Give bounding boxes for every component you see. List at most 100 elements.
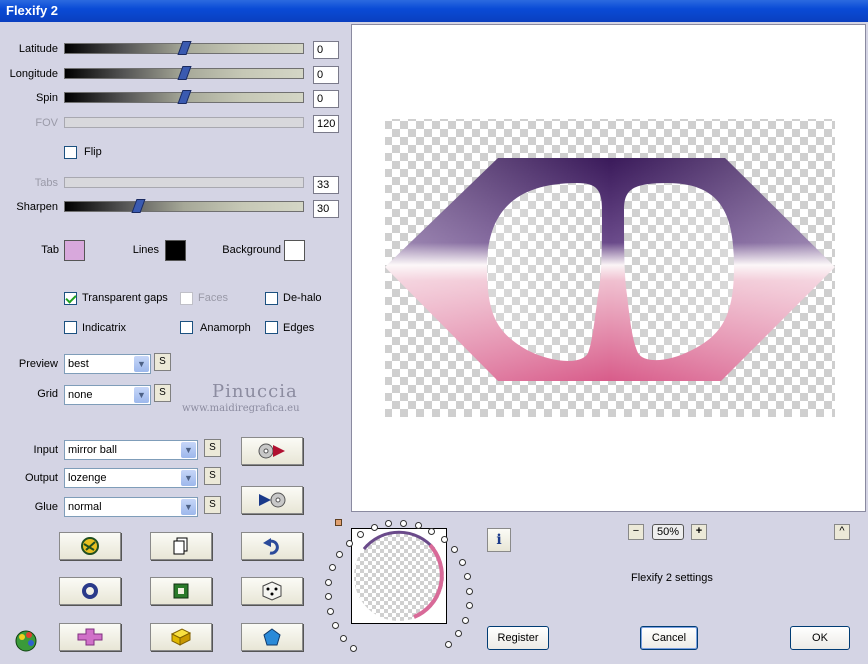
rotation-dial-dot[interactable] — [329, 564, 337, 572]
collapse-button[interactable]: ^ — [834, 524, 850, 540]
play-forward-button[interactable] — [241, 437, 303, 465]
lines-color-swatch[interactable] — [165, 240, 186, 261]
grid-select-value: none — [68, 389, 93, 401]
transparent-gaps-checkbox[interactable] — [64, 292, 77, 305]
rotation-dial-dot[interactable] — [350, 645, 358, 653]
glue-select[interactable]: normal ▼ — [64, 497, 198, 517]
rotation-dial-dot[interactable] — [324, 593, 332, 601]
reset-button[interactable] — [59, 577, 121, 605]
play-backward-button[interactable] — [241, 486, 303, 514]
input-s-button[interactable]: S — [204, 439, 221, 457]
rotation-dial-dot[interactable] — [464, 572, 472, 580]
rotation-dial-dot[interactable] — [345, 539, 353, 547]
grid-select[interactable]: none ▼ — [64, 385, 151, 405]
output-label: Output — [24, 472, 58, 484]
preview-s-button[interactable]: S — [154, 353, 171, 371]
preview-select[interactable]: best ▼ — [64, 354, 151, 374]
input-select-value: mirror ball — [68, 444, 117, 456]
settings-name: Flexify 2 settings — [631, 572, 713, 584]
latitude-value[interactable]: 0 — [313, 41, 339, 59]
rotation-dial-dot[interactable] — [459, 558, 467, 566]
edges-checkbox[interactable] — [265, 321, 278, 334]
faces-label: Faces — [198, 292, 228, 304]
preview-select-value: best — [68, 358, 89, 370]
chevron-down-icon: ▼ — [181, 442, 196, 458]
sphere-thumbnail[interactable] — [351, 528, 447, 624]
flip-checkbox[interactable] — [64, 146, 77, 159]
indicatrix-label: Indicatrix — [82, 322, 127, 334]
copy-icon — [173, 537, 188, 555]
output-select[interactable]: lozenge ▼ — [64, 468, 198, 488]
faces-checkbox — [180, 292, 193, 305]
rotation-dial-dot[interactable] — [370, 523, 378, 531]
copy-button[interactable] — [150, 532, 212, 560]
fov-value[interactable]: 120 — [313, 115, 339, 133]
main-preview[interactable] — [351, 24, 866, 512]
chevron-down-icon: ▼ — [181, 470, 196, 486]
info-button[interactable]: i — [487, 528, 511, 552]
glue-label: Glue — [34, 501, 58, 513]
output-s-button[interactable]: S — [204, 467, 221, 485]
fov-slider — [64, 117, 304, 128]
input-select[interactable]: mirror ball ▼ — [64, 440, 198, 460]
zoom-level[interactable]: 50% — [652, 524, 684, 540]
rotation-dial-dot[interactable] — [440, 535, 448, 543]
spin-slider[interactable] — [64, 90, 304, 104]
longitude-slider[interactable] — [64, 66, 304, 80]
frame-button[interactable] — [150, 577, 212, 605]
rotation-dial-dot[interactable] — [451, 546, 459, 554]
rotation-marker[interactable] — [335, 519, 342, 526]
sharpen-slider[interactable] — [64, 199, 304, 213]
transparent-gaps-label: Transparent gaps — [82, 292, 168, 304]
zoom-in-button[interactable]: + — [691, 524, 707, 540]
input-label: Input — [33, 444, 58, 456]
rotation-dial-dot[interactable] — [454, 629, 462, 637]
output-select-value: lozenge — [68, 472, 107, 484]
longitude-slider-thumb[interactable] — [177, 66, 192, 80]
latitude-slider[interactable] — [64, 41, 304, 55]
random-button[interactable] — [241, 577, 303, 605]
lines-color-label: Lines — [132, 244, 159, 256]
rotation-dial-dot[interactable] — [445, 641, 453, 649]
rotation-dial-dot[interactable] — [466, 587, 474, 595]
rotation-dial-dot[interactable] — [336, 551, 344, 559]
tab-color-swatch[interactable] — [64, 240, 85, 261]
rotation-dial-dot[interactable] — [325, 578, 333, 586]
info-icon: i — [496, 532, 502, 548]
indicatrix-checkbox[interactable] — [64, 321, 77, 334]
cube-button[interactable] — [150, 623, 212, 651]
rotation-dial-dot[interactable] — [465, 602, 473, 610]
dehalo-checkbox[interactable] — [265, 292, 278, 305]
tabs-value[interactable]: 33 — [313, 176, 339, 194]
rotation-dial-dot[interactable] — [326, 608, 334, 616]
latitude-slider-thumb[interactable] — [177, 41, 192, 55]
sharpen-value[interactable]: 30 — [313, 200, 339, 218]
spin-slider-thumb[interactable] — [177, 90, 192, 104]
flip-label: Flip — [84, 146, 102, 158]
undo-button[interactable] — [241, 532, 303, 560]
rotation-dial-dot[interactable] — [414, 522, 422, 530]
rotation-dial-dot[interactable] — [428, 527, 436, 535]
rotation-dial-dot[interactable] — [385, 520, 393, 528]
pentagon-button[interactable] — [241, 623, 303, 651]
anamorph-checkbox[interactable] — [180, 321, 193, 334]
sharpen-label: Sharpen — [16, 201, 58, 213]
cross-button[interactable] — [59, 623, 121, 651]
background-color-swatch[interactable] — [284, 240, 305, 261]
randomize-globe-button[interactable] — [59, 532, 121, 560]
sharpen-slider-thumb[interactable] — [131, 199, 146, 213]
rotation-dial-dot[interactable] — [331, 622, 339, 630]
ok-button[interactable]: OK — [790, 626, 850, 650]
cancel-button[interactable]: Cancel — [640, 626, 698, 650]
rotation-dial-dot[interactable] — [461, 616, 469, 624]
rotation-dial-dot[interactable] — [399, 519, 407, 527]
glue-s-button[interactable]: S — [204, 496, 221, 514]
grid-s-button[interactable]: S — [154, 384, 171, 402]
spin-value[interactable]: 0 — [313, 90, 339, 108]
longitude-value[interactable]: 0 — [313, 66, 339, 84]
rotation-dial-dot[interactable] — [339, 634, 347, 642]
zoom-out-button[interactable]: − — [628, 524, 644, 540]
anamorph-label: Anamorph — [200, 322, 251, 334]
register-button[interactable]: Register — [487, 626, 549, 650]
dice-icon — [262, 581, 282, 601]
